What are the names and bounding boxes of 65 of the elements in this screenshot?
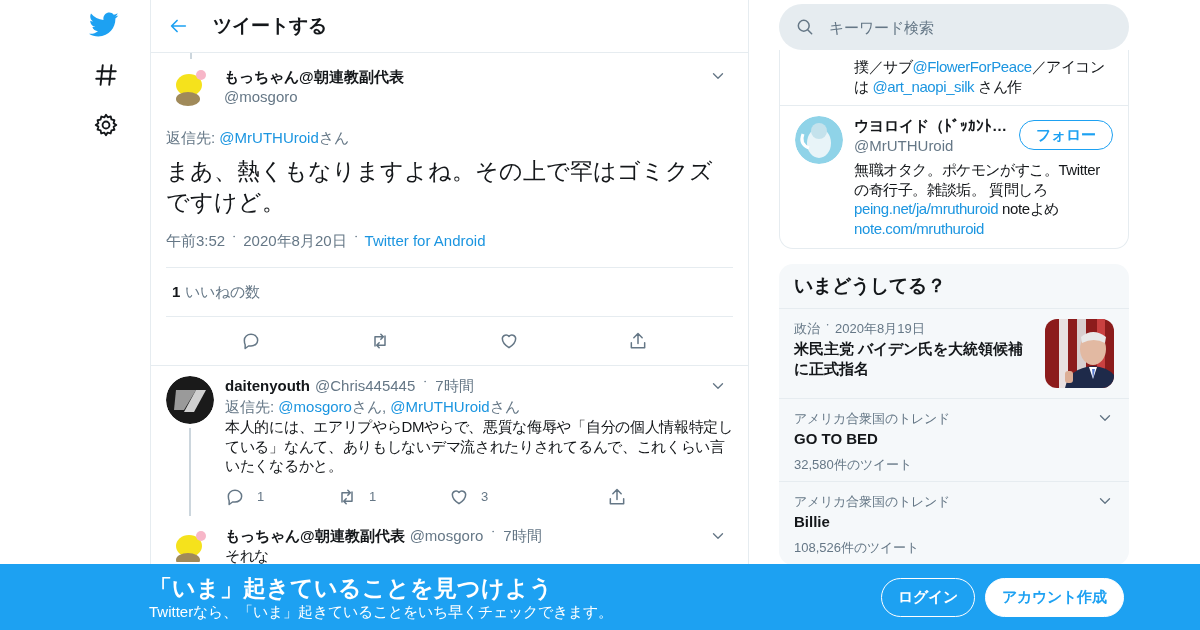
source-link[interactable]: Twitter for Android [364,229,486,252]
tweet-text: 本人的には、エアリプやらDMやらで、悪質な侮辱や「自分の個人情報特定している」なんて、ありもしないデマ流されたりされてるんで、これくらい言いたくなるかと。 [225,417,733,476]
tweet-count: 32,580件のツイート [794,456,913,474]
share-icon [607,486,627,507]
separator-dot: ・ [823,319,832,332]
retweet-button[interactable]: 1 [337,486,449,507]
sign-up-button[interactable]: アカウント作成 [985,577,1124,617]
page-title: ツイートする [213,13,327,38]
settings-icon[interactable] [93,112,119,138]
link[interactable]: @MrUTHUroid [219,129,319,146]
link[interactable]: @MrUTHUroid [390,398,490,415]
tweet-time-link[interactable]: 午前3:52 [166,229,226,252]
separator-dot: ・ [350,230,361,245]
author-handle[interactable]: @Chris445445 [315,376,416,396]
trend-context: アメリカ合衆国のトレンド [794,493,951,511]
bird-logo-icon[interactable] [89,12,119,38]
trend-context: アメリカ合衆国のトレンド [794,410,951,428]
hashtag-icon[interactable] [93,62,119,88]
count: 1 [257,487,265,506]
author-handle[interactable]: @mosgoro [409,525,484,546]
link[interactable]: note.com/mruthuroid [854,219,984,237]
share-button[interactable] [607,486,627,507]
user-name[interactable]: ウヨロイド（ﾄﾞｯｶﾝﾄ… [854,116,1019,136]
author-handle[interactable]: @mosgoro [224,87,699,107]
count: 1 [369,487,377,506]
tweet-text: それな [225,545,271,565]
author-name[interactable]: daitenyouth [225,376,310,396]
tweet-date-link[interactable]: 2020年8月20日 [243,229,347,252]
news-category: 政治 [794,320,820,338]
tweet-text: まあ、熱くもなりますよね。その上で罕はゴミクズですけど。 [166,156,714,217]
trend-item[interactable]: アメリカ合衆国のトレンド GO TO BED 32,580件のツイート [779,399,1129,482]
like-button[interactable]: 3 [449,486,561,507]
link[interactable]: peing.net/ja/mruthuroid [854,200,999,217]
reply-to-line: 返信先: @mosgoroさん, @MrUTHUroidさん [225,397,521,417]
link[interactable]: @FlowerForPeace [912,58,1032,75]
like-count: 1 [172,281,181,302]
separator-dot: ・ [229,230,240,245]
trend-name: GO TO BED [794,429,879,449]
reply-button[interactable]: 1 [225,486,337,507]
tweet-time[interactable]: 7時間 [435,376,474,396]
tweet-time[interactable]: 7時間 [503,525,542,546]
link[interactable]: @mosgoro [278,398,352,415]
trend-name: Billie [794,512,831,532]
trend-item[interactable]: 政治 ・ 2020年8月19日 米民主党 バイデン氏を大統領候補に正式指名 [779,309,1129,399]
search-icon [795,17,815,37]
user-bio: 無職オタク。ポケモンがすこ。Twitterの奇行子。雑談垢。 質問しろ peing.net/ja/mruthuroid noteよめ note.com/mruthuroid [854,160,1101,238]
banner-title: 「いま」起きていることを見つけよう [149,573,554,602]
user-handle[interactable]: @MrUTHUroid [854,136,1019,156]
search-field[interactable]: キーワード検索 [779,4,1129,50]
count: 3 [481,487,489,506]
panel-title: いまどうしてる？ [779,264,1129,309]
separator-dot: ・ [488,524,499,539]
news-date: 2020年8月19日 [835,320,925,338]
separator-dot: ・ [420,375,431,389]
reply-to-line: 返信先: @MrUTHUroidさん [166,128,350,148]
author-name[interactable]: もっちゃん@朝連教副代表 [224,67,699,87]
banner-subtitle: Twitterなら、「いま」起きていることをいち早くチェックできます。 [149,601,615,621]
link[interactable]: @art_naopi_silk [872,77,975,95]
tweet-count: 108,526件のツイート [794,539,920,557]
user-bio: 撲／サブ@FlowerForPeace／アイコンは @art_naopi_silk さん作 [854,57,1106,96]
avatar[interactable] [166,376,214,424]
likes-count-link[interactable]: 1 いいねの数 [166,268,733,317]
news-headline: 米民主党 バイデン氏を大統領候補に正式指名 [794,338,1025,379]
author-name[interactable]: もっちゃん@朝連教副代表 [225,525,405,546]
likes-label: いいねの数 [185,281,261,302]
